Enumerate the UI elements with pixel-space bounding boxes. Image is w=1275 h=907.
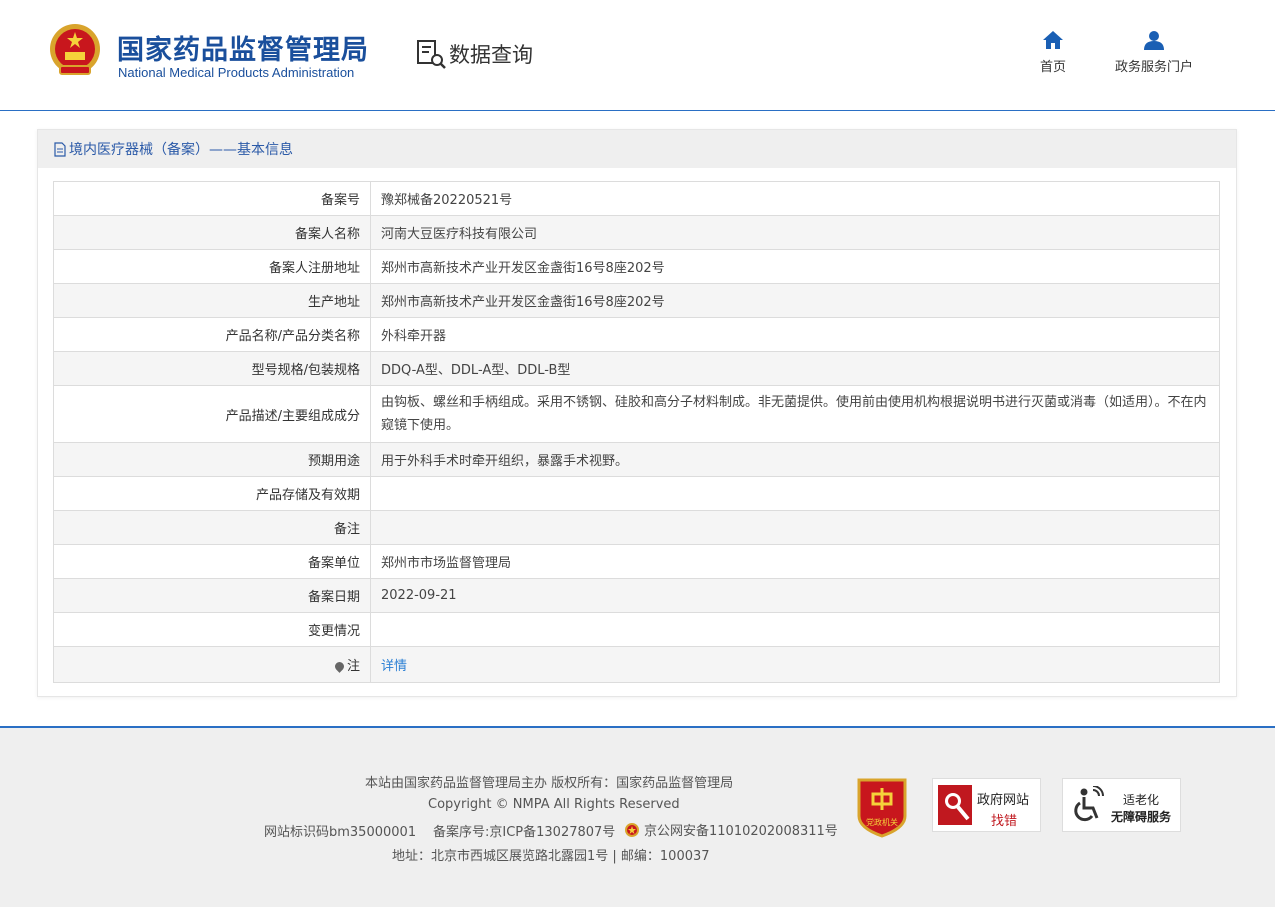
row-label: 型号规格/包装规格 [53,351,371,386]
basic-info-panel: 境内医疗器械（备案）——基本信息 备案号 豫郑械备20220521号 备案人名称… [37,129,1237,697]
party-organ-icon: 党政机关 [857,778,907,838]
row-value: 郑州市市场监督管理局 [370,544,1220,579]
table-row: 备案日期 2022-09-21 [53,578,1220,613]
table-row: 变更情况 [53,612,1220,647]
document-search-icon [417,40,446,69]
row-value: 外科牵开器 [370,317,1220,352]
national-emblem-icon [50,24,100,75]
nav-home[interactable]: 首页 [1030,30,1076,75]
table-row: 产品名称/产品分类名称 外科牵开器 [53,317,1220,352]
section-title: 数据查询 [449,43,533,67]
table-row-note: 注 详情 [53,646,1220,683]
footer-icp[interactable]: 备案序号:京ICP备13027807号 [433,821,615,840]
panel-header: 境内医疗器械（备案）——基本信息 [38,130,1236,168]
footer-police-record[interactable]: 京公网安备11010202008311号 [624,820,838,839]
row-label: 变更情况 [53,612,371,647]
accessibility-service-badge[interactable]: 适老化 无障碍服务 [1062,778,1181,832]
table-row: 备案单位 郑州市市场监督管理局 [53,544,1220,579]
party-organ-badge[interactable]: 党政机关 [855,776,909,838]
row-value: 由钩板、螺丝和手柄组成。采用不锈钢、硅胶和高分子材料制成。非无菌提供。使用前由使… [370,385,1220,443]
details-link[interactable]: 详情 [381,659,407,674]
nav-gov-service-portal[interactable]: 政务服务门户 [1104,30,1204,75]
org-name-cn: 国家药品监督管理局 [117,35,369,66]
row-value [370,476,1220,511]
row-value [370,612,1220,647]
note-label-cell: 注 [53,646,371,683]
table-row: 备案人名称 河南大豆医疗科技有限公司 [53,215,1220,250]
row-label: 备注 [53,510,371,545]
party-badge-label: 党政机关 [866,817,898,827]
row-value: DDQ-A型、DDL-A型、DDL-B型 [370,351,1220,386]
row-value: 豫郑械备20220521号 [370,181,1220,216]
user-icon [1144,31,1164,50]
gov-badge-line2: 找错 [991,814,1018,829]
row-label: 备案日期 [53,578,371,613]
footer-address: 地址：北京市西城区展览路北露园1号 | 邮编：100037 [392,849,710,864]
row-label: 备案人名称 [53,215,371,250]
accessibility-icon [1074,786,1104,822]
footer-copyright: Copyright © NMPA All Rights Reserved [428,797,680,812]
footer-police-text: 京公网安备11010202008311号 [644,824,838,839]
row-label: 产品名称/产品分类名称 [53,317,371,352]
row-value: 2022-09-21 [370,578,1220,613]
row-value: 河南大豆医疗科技有限公司 [370,215,1220,250]
nav-portal-label: 政务服务门户 [1114,60,1193,75]
document-icon [54,141,66,157]
row-label: 备案号 [53,181,371,216]
note-label: 注 [346,659,360,674]
magnifier-report-icon [938,785,972,825]
note-value-cell: 详情 [370,646,1220,683]
police-badge-icon [625,822,639,837]
footer-site-code: 网站标识码bm35000001 [264,825,417,840]
row-label: 产品描述/主要组成成分 [53,385,371,443]
info-table: 备案号 豫郑械备20220521号 备案人名称 河南大豆医疗科技有限公司 备案人… [53,181,1220,683]
table-row: 产品描述/主要组成成分 由钩板、螺丝和手柄组成。采用不锈钢、硅胶和高分子材料制成… [53,385,1220,443]
footer-sponsor: 本站由国家药品监督管理局主办 版权所有：国家药品监督管理局 [365,776,734,791]
data-query-title: 数据查询 [415,38,533,70]
row-value: 郑州市高新技术产业开发区金盏街16号8座202号 [370,283,1220,318]
table-row: 型号规格/包装规格 DDQ-A型、DDL-A型、DDL-B型 [53,351,1220,386]
table-row: 预期用途 用于外科手术时牵开组织，暴露手术视野。 [53,442,1220,477]
table-row: 备注 [53,510,1220,545]
row-label: 生产地址 [53,283,371,318]
table-row: 备案号 豫郑械备20220521号 [53,181,1220,216]
table-row: 备案人注册地址 郑州市高新技术产业开发区金盏街16号8座202号 [53,249,1220,284]
age-badge-line2: 无障碍服务 [1111,810,1172,824]
row-value: 郑州市高新技术产业开发区金盏街16号8座202号 [370,249,1220,284]
home-icon [1043,31,1063,49]
pin-icon [333,660,346,673]
age-badge-line1: 适老化 [1123,793,1160,807]
nav-home-label: 首页 [1039,60,1066,75]
row-label: 预期用途 [53,442,371,477]
row-label: 备案人注册地址 [53,249,371,284]
row-label: 备案单位 [53,544,371,579]
row-value: 用于外科手术时牵开组织，暴露手术视野。 [370,442,1220,477]
header-divider [0,110,1275,111]
table-row: 产品存储及有效期 [53,476,1220,511]
gov-site-error-report-badge[interactable]: 政府网站 找错 [932,778,1041,832]
org-name-en: National Medical Products Administration [118,65,355,80]
gov-badge-line1: 政府网站 [977,793,1030,808]
row-value [370,510,1220,545]
panel-title: 境内医疗器械（备案）——基本信息 [69,142,293,158]
row-label: 产品存储及有效期 [53,476,371,511]
table-row: 生产地址 郑州市高新技术产业开发区金盏街16号8座202号 [53,283,1220,318]
site-header: 国家药品监督管理局 National Medical Products Admi… [0,0,1275,110]
